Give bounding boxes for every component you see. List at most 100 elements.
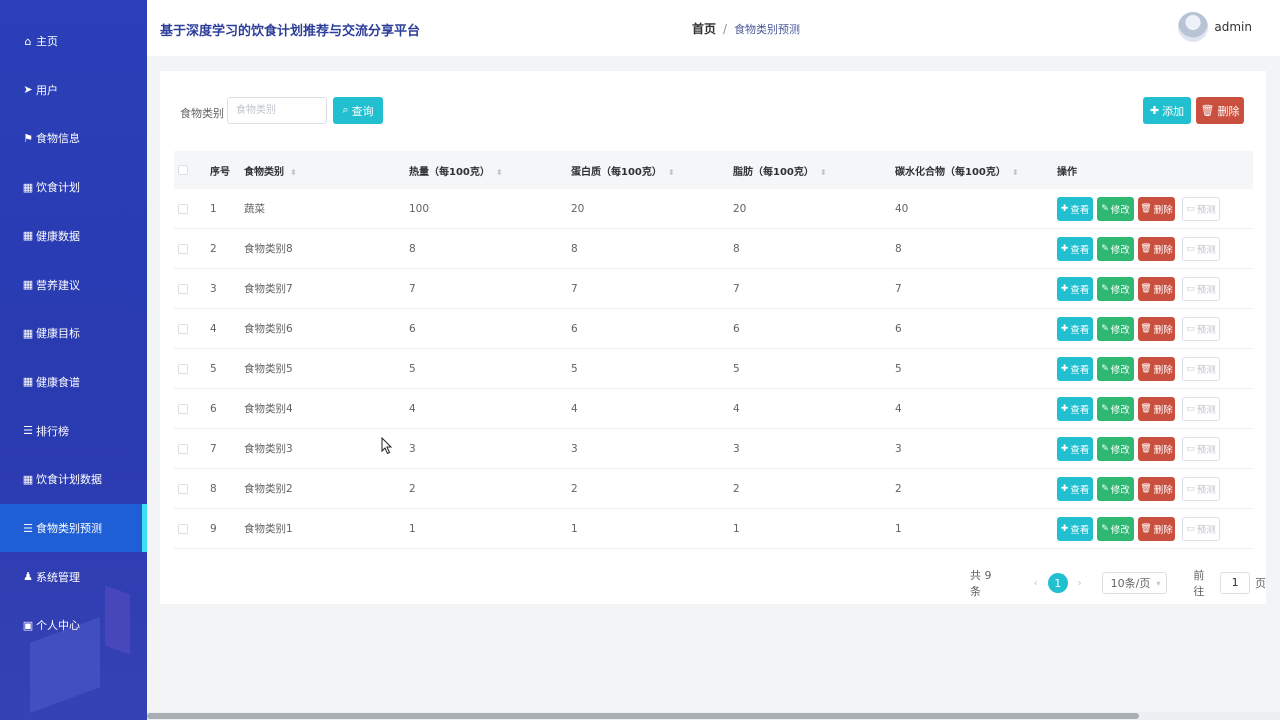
send-icon: ➤	[23, 83, 33, 97]
edit-button[interactable]: ✎ 修改	[1097, 276, 1134, 301]
delete-button[interactable]: 🗑 删除	[1138, 236, 1175, 261]
row-actions: ✚ 查看 ✎ 修改 🗑 删除 ▭ 预测	[1057, 516, 1224, 541]
delete-button[interactable]: 🗑 删除	[1138, 516, 1175, 541]
sort-icon[interactable]: ⬍	[668, 168, 675, 177]
cell-fat: 3	[733, 442, 740, 455]
sidebar: ⌂ 主页 ➤ 用户 ⚑ 食物信息 ▦ 饮食计划 ▦ 健康数据 ▦ 营养建议 ▦ 健康目标 ▦ 健康食谱 ☰ 排行榜…	[0, 0, 147, 720]
view-button[interactable]: ✚ 查看	[1057, 316, 1093, 341]
sort-icon[interactable]: ⬍	[496, 168, 503, 177]
edit-button[interactable]: ✎ 修改	[1097, 356, 1134, 381]
scrollbar-thumb[interactable]	[147, 713, 1139, 719]
predict-button[interactable]: ▭ 预测	[1182, 436, 1220, 461]
cell-index: 9	[210, 522, 217, 535]
cell-index: 4	[210, 322, 217, 335]
goto-page-input[interactable]: 1	[1220, 572, 1250, 594]
sidebar-item-0[interactable]: ⌂ 主页	[0, 17, 147, 65]
column-header-category[interactable]: 食物类别 ⬍	[244, 163, 297, 178]
view-button[interactable]: ✚ 查看	[1057, 516, 1093, 541]
row-checkbox[interactable]	[178, 483, 188, 494]
delete-button[interactable]: 🗑 删除	[1138, 356, 1175, 381]
row-checkbox[interactable]	[178, 243, 188, 254]
flag-icon: ⚑	[23, 131, 33, 145]
row-checkbox[interactable]	[178, 523, 188, 534]
user-name[interactable]: admin	[1214, 20, 1252, 34]
cell-protein: 7	[571, 282, 578, 295]
sidebar-item-6[interactable]: ▦ 健康目标	[0, 309, 147, 357]
edit-button[interactable]: ✎ 修改	[1097, 516, 1134, 541]
view-button[interactable]: ✚ 查看	[1057, 396, 1093, 421]
edit-button[interactable]: ✎ 修改	[1097, 316, 1134, 341]
sidebar-item-9[interactable]: ▦ 饮食计划数据	[0, 455, 147, 503]
delete-button[interactable]: 🗑 删除	[1138, 436, 1175, 461]
food-category-search-input[interactable]	[227, 97, 327, 124]
avatar[interactable]	[1178, 12, 1209, 42]
select-all-checkbox[interactable]	[178, 165, 188, 175]
row-checkbox[interactable]	[178, 443, 188, 454]
predict-button[interactable]: ▭ 预测	[1182, 276, 1220, 301]
view-button[interactable]: ✚ 查看	[1057, 236, 1093, 261]
add-button[interactable]: ✚ 添加	[1143, 97, 1191, 124]
predict-button[interactable]: ▭ 预测	[1182, 396, 1220, 421]
delete-button[interactable]: 🗑 删除	[1138, 396, 1175, 421]
sidebar-item-3[interactable]: ▦ 饮食计划	[0, 163, 147, 211]
edit-button[interactable]: ✎ 修改	[1097, 236, 1134, 261]
user-menu[interactable]: admin	[1178, 12, 1252, 42]
column-header-calories[interactable]: 热量（每100克） ⬍	[409, 163, 503, 178]
delete-button[interactable]: 🗑 删除	[1138, 316, 1175, 341]
breadcrumb-home[interactable]: 首页	[692, 20, 716, 37]
query-button[interactable]: ⌕ 查询	[333, 97, 383, 124]
sidebar-item-11[interactable]: ♟ 系统管理	[0, 553, 147, 601]
predict-button[interactable]: ▭ 预测	[1182, 196, 1220, 221]
delete-button[interactable]: 🗑 删除	[1138, 276, 1175, 301]
column-header-protein[interactable]: 蛋白质（每100克） ⬍	[571, 163, 675, 178]
chat-icon: ▭	[1186, 283, 1195, 294]
column-header-carbs[interactable]: 碳水化合物（每100克） ⬍	[895, 163, 1019, 178]
page-size-select[interactable]: 10条/页 ▾	[1101, 572, 1168, 594]
predict-button[interactable]: ▭ 预测	[1182, 236, 1220, 261]
sidebar-item-5[interactable]: ▦ 营养建议	[0, 261, 147, 309]
cell-protein: 5	[571, 362, 578, 375]
horizontal-scrollbar[interactable]	[147, 712, 1280, 720]
row-checkbox[interactable]	[178, 363, 188, 374]
cell-carbs: 7	[895, 282, 902, 295]
predict-button-label: 预测	[1196, 324, 1216, 336]
edit-button[interactable]: ✎ 修改	[1097, 436, 1134, 461]
cell-category: 食物类别2	[244, 483, 293, 495]
column-header-fat[interactable]: 脂肪（每100克） ⬍	[733, 163, 827, 178]
next-page-icon[interactable]: ›	[1078, 578, 1082, 589]
sidebar-item-1[interactable]: ➤ 用户	[0, 66, 147, 114]
view-button[interactable]: ✚ 查看	[1057, 196, 1093, 221]
view-button[interactable]: ✚ 查看	[1057, 436, 1093, 461]
sidebar-item-10[interactable]: ☰ 食物类别预测	[0, 504, 147, 552]
sort-icon[interactable]: ⬍	[290, 168, 297, 177]
delete-button[interactable]: 🗑 删除	[1138, 196, 1175, 221]
predict-button[interactable]: ▭ 预测	[1182, 316, 1220, 341]
edit-button[interactable]: ✎ 修改	[1097, 396, 1134, 421]
grid-icon: ▦	[22, 229, 34, 243]
row-checkbox[interactable]	[178, 203, 188, 214]
edit-button[interactable]: ✎ 修改	[1097, 196, 1134, 221]
row-checkbox[interactable]	[178, 403, 188, 414]
predict-button[interactable]: ▭ 预测	[1182, 516, 1220, 541]
predict-button[interactable]: ▭ 预测	[1182, 356, 1220, 381]
sidebar-item-2[interactable]: ⚑ 食物信息	[0, 114, 147, 162]
edit-button[interactable]: ✎ 修改	[1097, 476, 1134, 501]
delete-button[interactable]: 🗑 删除	[1138, 476, 1175, 501]
sidebar-item-12[interactable]: ▣ 个人中心	[0, 601, 147, 649]
page-number-current[interactable]: 1	[1047, 573, 1068, 593]
sidebar-item-4[interactable]: ▦ 健康数据	[0, 212, 147, 260]
row-checkbox[interactable]	[178, 323, 188, 334]
sidebar-item-8[interactable]: ☰ 排行榜	[0, 407, 147, 455]
sidebar-item-7[interactable]: ▦ 健康食谱	[0, 358, 147, 406]
view-button[interactable]: ✚ 查看	[1057, 276, 1093, 301]
batch-delete-button[interactable]: 🗑 删除	[1196, 97, 1244, 124]
predict-button[interactable]: ▭ 预测	[1182, 476, 1220, 501]
row-checkbox[interactable]	[178, 283, 188, 294]
view-button[interactable]: ✚ 查看	[1057, 476, 1093, 501]
window-icon: ▣	[22, 618, 34, 632]
sort-icon[interactable]: ⬍	[1012, 168, 1019, 177]
predict-button-label: 预测	[1196, 244, 1216, 256]
sort-icon[interactable]: ⬍	[820, 168, 827, 177]
prev-page-icon[interactable]: ‹	[1034, 578, 1038, 589]
view-button[interactable]: ✚ 查看	[1057, 356, 1093, 381]
